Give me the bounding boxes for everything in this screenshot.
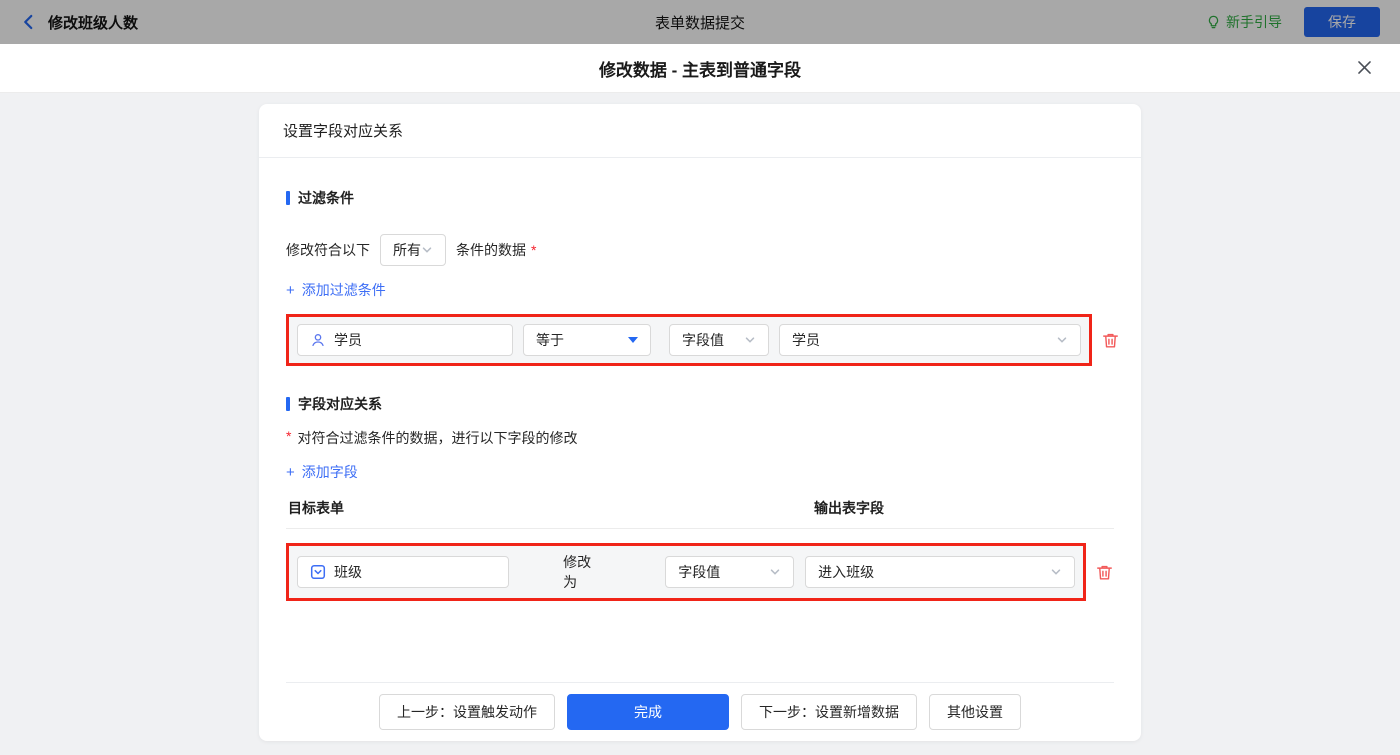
value-type-value: 字段值 (682, 332, 724, 348)
match-suffix-text: 条件的数据 (456, 242, 526, 258)
operator-select[interactable]: 等于 (523, 324, 651, 356)
filter-section-title: 过滤条件 (286, 188, 1114, 208)
trash-icon (1097, 565, 1112, 580)
match-mode-select[interactable]: 所有 (380, 234, 446, 266)
match-prefix-text: 修改符合以下 (286, 242, 370, 258)
modal-header: 修改数据 - 主表到普通字段 (0, 44, 1400, 93)
modal-title: 修改数据 - 主表到普通字段 (598, 60, 802, 80)
add-field-link[interactable]: + 添加字段 (286, 462, 358, 482)
target-field-value: 班级 (334, 564, 362, 580)
filter-field-value: 学员 (334, 332, 362, 348)
mapping-description-text: 对符合过滤条件的数据，进行以下字段的修改 (297, 430, 578, 446)
user-icon (312, 334, 324, 346)
required-asterisk: * (531, 242, 537, 258)
delete-mapping-row-button[interactable] (1095, 563, 1114, 582)
mapping-row-wrap: 班级 修改为 字段值 进入班级 (286, 543, 1114, 601)
card-footer: 上一步：设置触发动作 完成 下一步：设置新增数据 其他设置 (286, 682, 1114, 741)
add-field-label: 添加字段 (301, 464, 358, 480)
value-type-select[interactable]: 字段值 (669, 324, 769, 356)
chevron-down-icon (745, 337, 755, 343)
mapping-section-label: 字段对应关系 (298, 396, 382, 412)
required-asterisk: * (286, 428, 292, 444)
close-button[interactable] (1355, 58, 1374, 77)
filter-row-wrap: 学员 等于 字段值 学员 (286, 314, 1118, 366)
done-button[interactable]: 完成 (567, 694, 729, 730)
mapping-description: * 对符合过滤条件的数据，进行以下字段的修改 (286, 428, 1114, 448)
add-filter-condition-label: 添加过滤条件 (301, 282, 386, 298)
field-mapping-row: 班级 修改为 字段值 进入班级 (286, 543, 1086, 601)
column-output-field: 输出表字段 (814, 500, 884, 516)
chevron-down-icon (422, 247, 432, 253)
modify-data-modal: 修改数据 - 主表到普通字段 设置字段对应关系 过滤条件 修改符合以下 所有 条… (0, 44, 1400, 755)
mapping-value-type-select[interactable]: 字段值 (665, 556, 795, 588)
chevron-left-icon (24, 14, 33, 30)
section-bar (286, 397, 290, 411)
modal-body: 设置字段对应关系 过滤条件 修改符合以下 所有 条件的数据 * + 添加过滤条件… (0, 93, 1400, 755)
section-bar (286, 191, 290, 205)
mapping-section-title: 字段对应关系 (286, 394, 1114, 414)
operator-value: 等于 (536, 332, 564, 348)
trash-icon (1103, 333, 1118, 348)
workflow-title: 修改班级人数 (48, 14, 139, 32)
mapping-card: 设置字段对应关系 过滤条件 修改符合以下 所有 条件的数据 * + 添加过滤条件… (259, 104, 1141, 741)
match-mode-value: 所有 (393, 242, 421, 258)
card-content: 过滤条件 修改符合以下 所有 条件的数据 * + 添加过滤条件 学员 等于 字段… (259, 158, 1141, 741)
page-title: 表单数据提交 (654, 14, 746, 32)
mapping-value: 进入班级 (818, 564, 875, 580)
add-filter-condition-link[interactable]: + 添加过滤条件 (286, 280, 386, 300)
top-bar: 修改班级人数 表单数据提交 新手引导 保存 (0, 0, 1400, 44)
save-button[interactable]: 保存 (1304, 7, 1380, 37)
lightbulb-icon (1208, 15, 1219, 29)
chevron-down-icon (770, 569, 780, 575)
chevron-down-icon (1051, 569, 1061, 575)
filter-value-select[interactable]: 学员 (779, 324, 1081, 356)
select-field-icon (310, 564, 326, 580)
close-icon (1358, 61, 1371, 74)
mapping-value-select[interactable]: 进入班级 (805, 556, 1075, 588)
plus-icon: + (286, 463, 295, 481)
other-settings-button[interactable]: 其他设置 (929, 694, 1021, 730)
modify-to-label: 修改为 (563, 554, 592, 590)
filter-section-label: 过滤条件 (298, 190, 354, 206)
mapping-value-type: 字段值 (678, 564, 721, 580)
beginner-guide-link[interactable]: 新手引导 (1206, 12, 1282, 32)
column-target-form: 目标表单 (288, 500, 344, 516)
plus-icon: + (286, 281, 295, 299)
card-title: 设置字段对应关系 (259, 104, 1141, 158)
target-field-input[interactable]: 班级 (297, 556, 510, 588)
beginner-guide-label: 新手引导 (1226, 14, 1282, 30)
prev-step-button[interactable]: 上一步：设置触发动作 (379, 694, 555, 730)
delete-filter-row-button[interactable] (1101, 331, 1120, 350)
filter-value: 学员 (792, 332, 820, 348)
chevron-down-icon (1057, 337, 1067, 343)
mapping-table-header: 目标表单 输出表字段 (286, 498, 1114, 529)
filter-field-input[interactable]: 学员 (297, 324, 513, 356)
filter-condition-row: 学员 等于 字段值 学员 (286, 314, 1092, 366)
next-step-button[interactable]: 下一步：设置新增数据 (741, 694, 917, 730)
back-button[interactable] (20, 13, 38, 31)
caret-down-icon (628, 337, 638, 343)
condition-match-line: 修改符合以下 所有 条件的数据 * (286, 234, 1114, 266)
